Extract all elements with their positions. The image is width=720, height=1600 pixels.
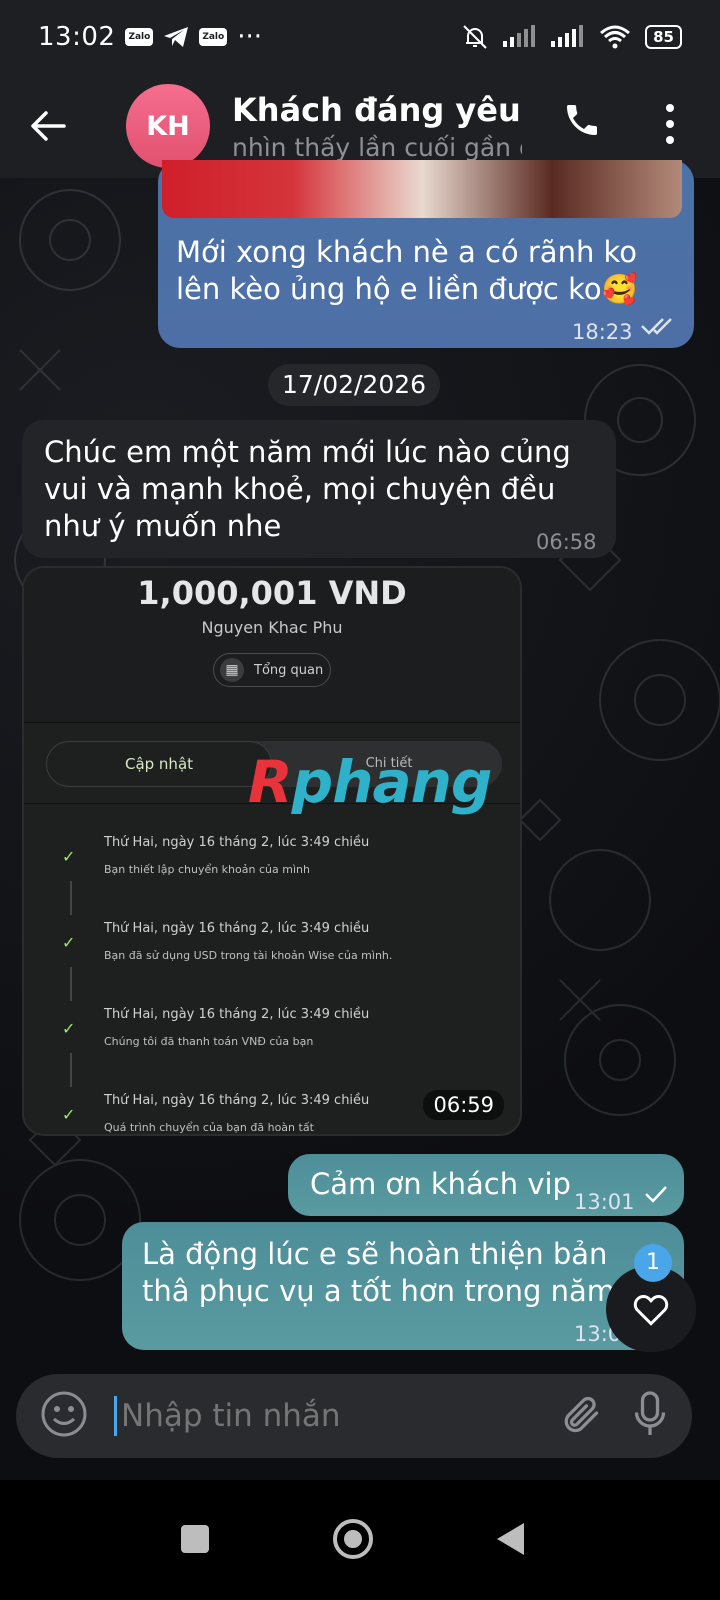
step-time: Thứ Hai, ngày 16 tháng 2, lúc 3:49 chiều (104, 835, 370, 850)
outgoing-message[interactable]: Mới xong khách nè a có rãnh ko lên kèo ủ… (158, 160, 694, 348)
overview-label: Tổng quan (254, 662, 324, 678)
message-text: Cảm ơn khách vip (310, 1167, 571, 1201)
outgoing-message[interactable]: Cảm ơn khách vip 13:01 (288, 1154, 684, 1216)
outgoing-message[interactable]: Là động lúc e sẽ hoàn thiện bản thâ phục… (122, 1222, 684, 1350)
check-icon: ✓ (62, 847, 76, 866)
arrow-left-icon (31, 111, 66, 141)
telegram-icon (164, 27, 189, 47)
transfer-recipient: Nguyen Khac Phu (201, 618, 343, 637)
incoming-message[interactable]: Chúc em một năm mới lúc nào củng vui và … (22, 420, 616, 558)
check-icon: ✓ (62, 933, 76, 952)
check-icon: ✓ (62, 1019, 76, 1038)
message-time: 06:59 (423, 1090, 504, 1120)
emoji-button[interactable] (40, 1390, 88, 1442)
recents-button[interactable] (180, 1524, 210, 1554)
zalo-icon: Zalo (199, 28, 228, 46)
photo-attachment[interactable] (162, 160, 682, 218)
voice-record-button[interactable] (632, 1390, 668, 1442)
battery-icon: 85 (645, 25, 682, 49)
back-nav-button[interactable] (496, 1522, 526, 1556)
signal-icon (551, 25, 584, 47)
call-button[interactable] (562, 100, 602, 144)
wifi-icon (600, 25, 631, 49)
paperclip-icon (564, 1396, 599, 1433)
message-composer (16, 1374, 692, 1458)
attach-button[interactable] (558, 1392, 602, 1440)
message-text: Chúc em một năm mới lúc nào củng vui và … (44, 435, 571, 543)
watermark-logo: Rphang (248, 748, 493, 816)
transfer-amount: 1,000,001 VND (137, 574, 407, 612)
transfer-screenshot-image[interactable]: 1,000,001 VND Nguyen Khac Phu ▦ Tổng qua… (22, 566, 522, 1136)
message-time: 18:23 (572, 320, 633, 344)
chat-title-block[interactable]: Khách đáng yêu cu nhìn thấy lần cuối gần… (232, 91, 522, 162)
signal-icon (503, 25, 536, 47)
date-divider: 17/02/2026 (268, 364, 440, 406)
microphone-icon (634, 1391, 666, 1435)
double-check-icon (641, 318, 672, 335)
status-bar: 13:02 Zalo Zalo ··· 85 (0, 0, 720, 74)
heart-icon (633, 1295, 669, 1326)
chat-screen: 13:02 Zalo Zalo ··· 85 KH Khách đáng yêu… (0, 0, 720, 1600)
zalo-icon: Zalo (125, 28, 154, 46)
last-seen-status: nhìn thấy lần cuối gần đ (232, 132, 522, 162)
step-time: Thứ Hai, ngày 16 tháng 2, lúc 3:49 chiều (104, 921, 370, 936)
check-icon (645, 1186, 667, 1203)
overview-chip: ▦ Tổng quan (213, 653, 331, 687)
more-notifications-icon: ··· (237, 22, 262, 52)
status-indicators: 85 (461, 23, 682, 51)
check-icon: ✓ (62, 1105, 76, 1124)
step-description: Bạn thiết lập chuyển khoản của mình (104, 863, 310, 876)
mute-icon (463, 25, 487, 49)
system-navigation-bar (0, 1480, 720, 1600)
back-button[interactable] (30, 96, 90, 156)
chat-title: Khách đáng yêu cu (232, 90, 522, 129)
message-text: Mới xong khách nè a có rãnh ko lên kèo ủ… (176, 235, 638, 306)
message-time: 13:01 (574, 1190, 635, 1214)
phone-icon (567, 105, 597, 135)
step-description: Bạn đã sử dụng USD trong tài khoản Wise … (104, 949, 393, 962)
message-time: 06:58 (536, 530, 597, 554)
grid-icon: ▦ (220, 658, 244, 682)
more-options-button[interactable] (666, 104, 674, 144)
smiley-icon (41, 1391, 87, 1437)
unread-badge: 1 (634, 1244, 672, 1282)
home-button[interactable] (332, 1518, 374, 1560)
tab-updates: Cập nhật (46, 741, 272, 787)
step-description: Chúng tôi đã thanh toán VNĐ của bạn (104, 1035, 314, 1048)
message-input[interactable] (114, 1396, 514, 1436)
step-description: Quá trình chuyển của bạn đã hoàn tất (104, 1121, 314, 1134)
message-text: Là động lúc e sẽ hoàn thiện bản thâ phục… (142, 1237, 616, 1312)
status-time: 13:02 (38, 22, 116, 52)
watermark-text: phang (291, 748, 493, 816)
notification-icons: Zalo Zalo ··· (125, 22, 262, 52)
avatar[interactable]: KH (126, 84, 210, 168)
step-time: Thứ Hai, ngày 16 tháng 2, lúc 3:49 chiều (104, 1007, 370, 1022)
step-time: Thứ Hai, ngày 16 tháng 2, lúc 3:49 chiều (104, 1093, 370, 1108)
watermark-letter: R (248, 748, 293, 816)
